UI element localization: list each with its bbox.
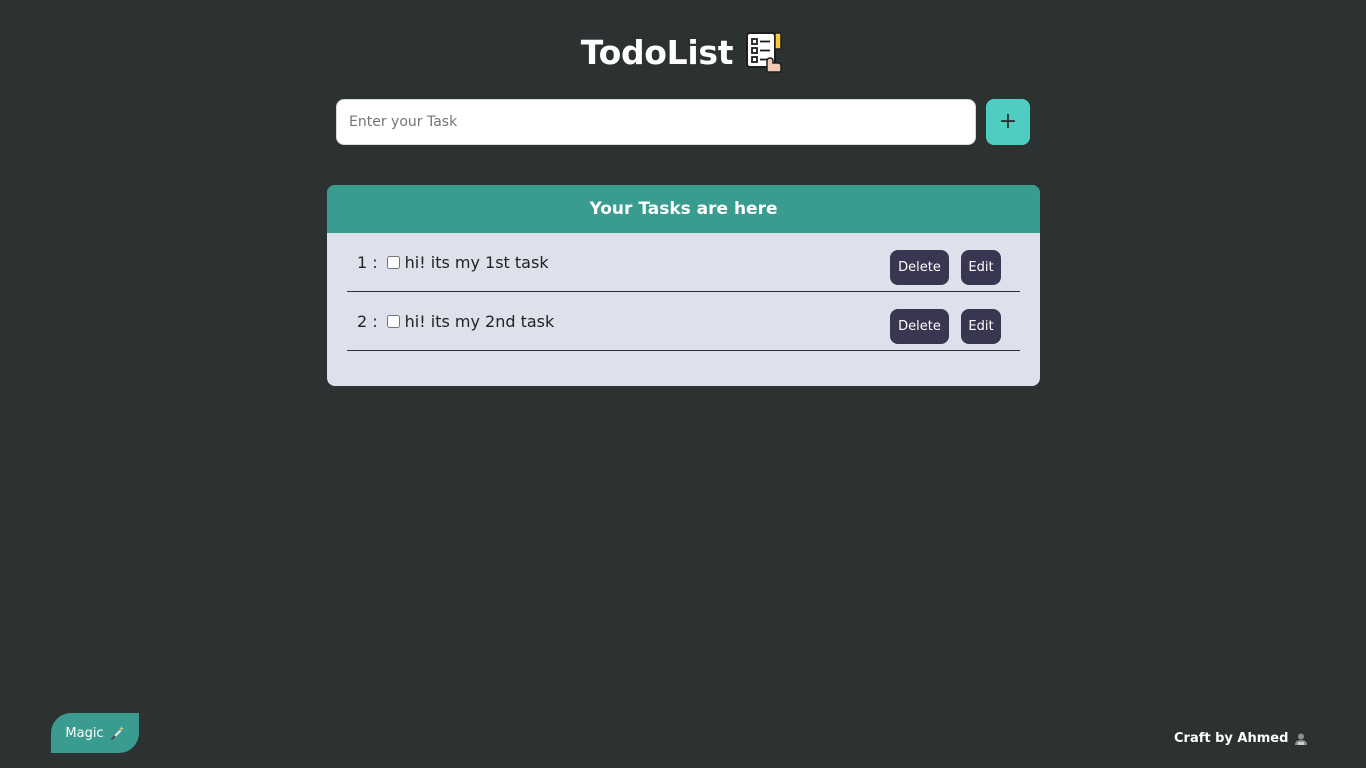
magic-button[interactable]: Magic xyxy=(51,713,139,753)
task-number: 2 : xyxy=(357,311,378,331)
edit-task-button[interactable]: Edit xyxy=(961,250,1001,285)
title-row: TodoList xyxy=(0,30,1366,74)
delete-task-button[interactable]: Delete xyxy=(890,309,949,344)
magic-wand-icon xyxy=(110,726,124,741)
credit-text: Craft by Ahmed xyxy=(1174,731,1289,746)
task-row: 2 : hi! its my 2nd task Delete Edit xyxy=(347,292,1020,351)
tasks-panel: Your Tasks are here 1 : hi! its my 1st t… xyxy=(327,185,1040,386)
checklist-icon xyxy=(746,32,782,73)
edit-task-button[interactable]: Edit xyxy=(961,309,1001,344)
tasks-panel-heading: Your Tasks are here xyxy=(327,185,1040,233)
task-text: hi! its my 1st task xyxy=(404,252,549,272)
task-row: 1 : hi! its my 1st task Delete Edit xyxy=(347,233,1020,292)
delete-task-button[interactable]: Delete xyxy=(890,250,949,285)
task-number: 1 : xyxy=(357,252,378,272)
add-task-button[interactable]: + xyxy=(986,99,1030,145)
task-text: hi! its my 2nd task xyxy=(404,311,555,331)
task-checkbox[interactable] xyxy=(386,255,400,269)
magic-label: Magic xyxy=(65,725,104,741)
app: TodoList + Your Tasks are here 1 : hi! i… xyxy=(0,0,1366,768)
task-input[interactable] xyxy=(336,99,976,145)
page-title: TodoList xyxy=(580,32,734,72)
plus-icon: + xyxy=(998,109,1018,134)
footer-credit: Craft by Ahmed xyxy=(1174,731,1308,746)
person-icon xyxy=(1295,733,1308,745)
task-list: 1 : hi! its my 1st task Delete Edit 2 : … xyxy=(327,233,1040,351)
task-checkbox[interactable] xyxy=(386,314,400,328)
